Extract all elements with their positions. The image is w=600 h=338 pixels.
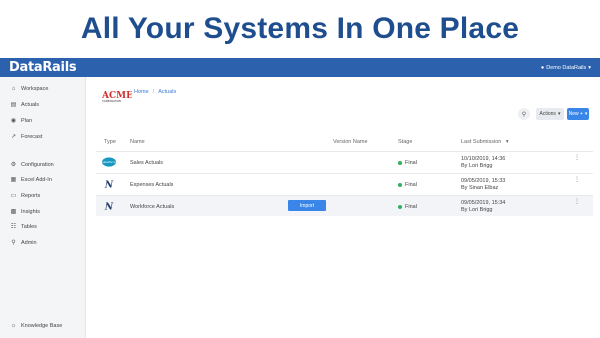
breadcrumb-current[interactable]: Actuals: [158, 89, 176, 95]
stage-label: Final: [405, 182, 417, 188]
sidebar-item-label: Plan: [21, 117, 33, 124]
sidebar-item-plan[interactable]: ◉ Plan: [0, 117, 86, 125]
sidebar-item-label: Knowledge Base: [21, 323, 63, 329]
new-label: New +: [568, 111, 583, 117]
table-row[interactable]: N Expenses Actuals Final 09/05/2019, 15:…: [96, 173, 593, 194]
sidebar-item-label: Admin: [21, 239, 37, 246]
sidebar-item-label: Workspace: [21, 86, 49, 92]
breadcrumb-home[interactable]: Home: [134, 89, 149, 95]
more-menu-icon[interactable]: ⋮: [574, 155, 580, 161]
more-menu-icon[interactable]: ⋮: [574, 199, 580, 205]
datarails-logo: DataRails: [9, 60, 77, 75]
row-stage: Final: [398, 204, 417, 210]
caret-down-icon: ▾: [557, 111, 561, 117]
status-dot: [398, 161, 402, 165]
actions-button[interactable]: Actions ▾: [536, 108, 564, 120]
row-name[interactable]: Expenses Actuals: [130, 182, 173, 188]
column-header-version-name[interactable]: Version Name: [333, 139, 368, 145]
submission-date: 09/05/2019, 15:33: [461, 178, 506, 184]
new-button[interactable]: New + ▾: [567, 108, 589, 120]
sidebar: ⌂ Workspace ▤ Actuals ◉ Plan ↗ Forecast …: [0, 77, 86, 338]
row-stage: Final: [398, 182, 417, 188]
sidebar-item-label: Excel Add-In: [21, 176, 52, 183]
status-dot: [398, 205, 402, 209]
submission-user: By Sinan Elbaz: [461, 184, 499, 191]
home-icon: ⌂: [11, 86, 16, 92]
sort-desc-icon: ▾: [505, 139, 509, 145]
database-icon: ▤: [10, 102, 17, 108]
search-icon: ⚲: [521, 111, 527, 118]
sidebar-item-label: Actuals: [21, 101, 40, 108]
user-menu[interactable]: ● Demo DataRails ▾: [541, 65, 591, 71]
sidebar-item-actuals[interactable]: ▤ Actuals: [0, 101, 86, 109]
search-button[interactable]: ⚲: [518, 108, 530, 120]
submission-date: 10/10/2019, 14:36: [461, 156, 506, 162]
excel-icon: ▦: [10, 177, 17, 183]
top-bar: DataRails ● Demo DataRails ▾: [0, 58, 600, 77]
row-stage: Final: [398, 160, 417, 166]
binoculars-icon: ◉: [10, 118, 17, 124]
sidebar-item-reports[interactable]: ▭ Reports: [0, 192, 86, 200]
import-button[interactable]: Import: [288, 200, 326, 211]
caret-down-icon: ▾: [584, 111, 588, 117]
gear-icon: ⚙: [10, 162, 17, 168]
netsuite-icon-text: N: [104, 203, 114, 212]
sidebar-item-admin[interactable]: ⚲ Admin: [0, 239, 86, 247]
sidebar-item-label: Configuration: [21, 161, 54, 168]
caret-down-icon: ▾: [588, 64, 591, 71]
salesforce-icon-text: salesforce: [102, 160, 116, 164]
sidebar-item-forecast[interactable]: ↗ Forecast: [0, 133, 86, 141]
sidebar-item-label: Reports: [21, 192, 41, 199]
column-header-type[interactable]: Type: [104, 139, 116, 145]
netsuite-icon: N: [102, 178, 116, 190]
user-icon: ●: [540, 64, 545, 71]
sidebar-item-label: Tables: [21, 223, 37, 230]
stage-label: Final: [405, 204, 417, 210]
sidebar-item-workspace[interactable]: ⌂ Workspace: [0, 86, 86, 92]
status-dot: [398, 183, 402, 187]
netsuite-icon: N: [102, 200, 116, 212]
submission-user: By Lori Brigg: [461, 206, 493, 213]
sidebar-item-label: Forecast: [21, 133, 43, 140]
main-content: ACME CORPORATION Home / Actuals ⚲ Action…: [86, 77, 600, 338]
stage-label: Final: [405, 160, 417, 166]
acme-logo-sub: CORPORATION: [102, 99, 121, 103]
column-header-name[interactable]: Name: [130, 139, 145, 145]
reports-icon: ▭: [10, 193, 17, 199]
sidebar-item-label: Insights: [21, 208, 40, 215]
lightbulb-icon: ☼: [10, 323, 17, 329]
netsuite-icon-text: N: [104, 181, 114, 190]
sidebar-item-knowledge-base[interactable]: ☼ Knowledge Base: [0, 323, 86, 329]
sidebar-item-configuration[interactable]: ⚙ Configuration: [0, 161, 86, 169]
table-icon: ☷: [10, 224, 17, 230]
row-last-submission: 09/05/2019, 15:33 By Sinan Elbaz: [461, 178, 505, 191]
table-row[interactable]: salesforce Sales Actuals Final 10/10/201…: [96, 151, 593, 172]
headline: All Your Systems In One Place: [80, 12, 520, 45]
admin-icon: ⚲: [11, 240, 16, 246]
row-last-submission: 09/05/2019, 15:34 By Lori Brigg: [461, 200, 505, 213]
insights-icon: ▩: [10, 209, 17, 215]
acme-logo: ACME CORPORATION: [102, 91, 132, 103]
column-header-stage[interactable]: Stage: [398, 139, 412, 145]
more-menu-icon[interactable]: ⋮: [574, 177, 580, 183]
salesforce-icon: salesforce: [102, 156, 116, 168]
submission-date: 09/05/2019, 15:34: [461, 200, 506, 206]
row-name[interactable]: Workforce Actuals: [130, 204, 174, 210]
breadcrumb: Home / Actuals: [134, 89, 176, 95]
sidebar-item-excel-add-in[interactable]: ▦ Excel Add-In: [0, 176, 86, 184]
breadcrumb-separator: /: [152, 89, 155, 95]
chart-icon: ↗: [10, 134, 17, 140]
actions-label: Actions: [539, 111, 556, 117]
row-last-submission: 10/10/2019, 14:36 By Lori Brigg: [461, 156, 505, 169]
sidebar-item-tables[interactable]: ☷ Tables: [0, 223, 86, 231]
row-name[interactable]: Sales Actuals: [130, 160, 163, 166]
sidebar-item-insights[interactable]: ▩ Insights: [0, 208, 86, 216]
table-row[interactable]: N Workforce Actuals Import Final 09/05/2…: [96, 195, 593, 216]
user-name: Demo DataRails: [546, 64, 587, 71]
submission-user: By Lori Brigg: [461, 162, 493, 169]
column-header-last-submission[interactable]: Last Submission ▾: [461, 139, 509, 145]
column-header-label: Last Submission: [461, 139, 502, 145]
